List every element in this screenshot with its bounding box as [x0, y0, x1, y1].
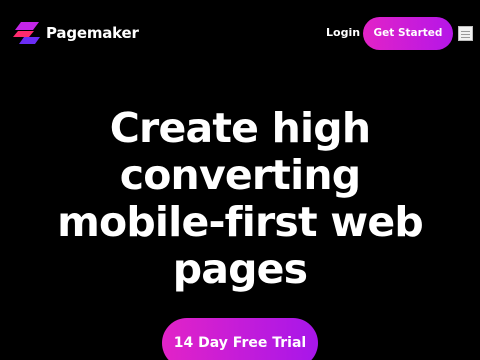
hero-title-line: converting: [119, 151, 361, 199]
login-link[interactable]: Login: [326, 24, 360, 42]
hero-title: Create high converting mobile-first web …: [0, 105, 480, 293]
menu-bar: [461, 37, 470, 38]
get-started-button[interactable]: Get Started: [363, 17, 453, 50]
hamburger-menu-icon[interactable]: [458, 26, 473, 41]
brand-name: Pagemaker: [46, 24, 139, 42]
hero-title-line: pages: [172, 245, 308, 293]
hero-title-line: Create high: [109, 104, 371, 152]
menu-bar: [461, 31, 470, 32]
pagemaker-logo-icon: [13, 22, 40, 44]
free-trial-button[interactable]: 14 Day Free Trial: [162, 318, 318, 360]
menu-bar: [461, 34, 470, 35]
navbar: Pagemaker Login Get Started: [0, 0, 480, 66]
hero-title-line: mobile-first web: [57, 198, 424, 246]
brand-link[interactable]: Pagemaker: [12, 20, 139, 46]
